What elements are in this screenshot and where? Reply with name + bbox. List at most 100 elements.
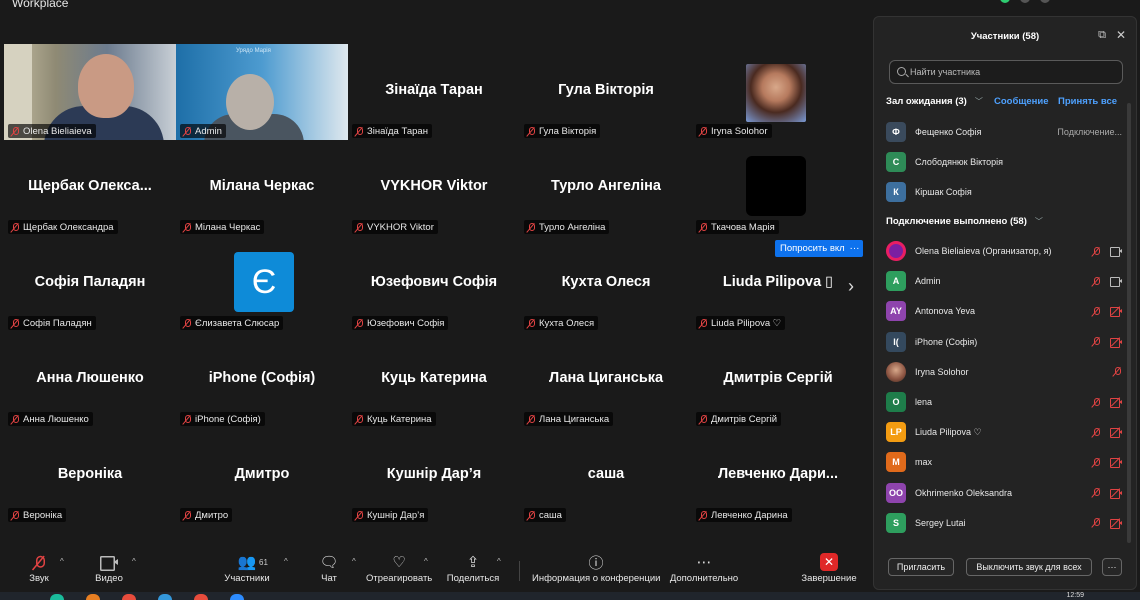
participant-name: Кушнір Дар’я xyxy=(367,509,425,521)
participant-row[interactable]: A Admin xyxy=(886,269,1122,293)
participant-name-tag: Olena Bieliaieva xyxy=(8,124,96,138)
participant-tile[interactable]: Мілана Черкас Мілана Черкас xyxy=(176,140,348,236)
mic-muted-icon[interactable] xyxy=(1091,276,1101,287)
participant-row[interactable]: OO Okhrimenko Oleksandra xyxy=(886,481,1122,505)
admit-all-button[interactable]: Принять все xyxy=(1058,96,1117,107)
camera-icon[interactable] xyxy=(1110,247,1122,257)
participant-row[interactable]: Olena Bieliaieva (Организатор, я) xyxy=(886,239,1122,263)
react-button[interactable]: ♡ Отреагировать xyxy=(366,551,432,584)
waiting-participant-row[interactable]: С Слободянюк Вікторія xyxy=(886,150,1122,174)
mic-muted-icon[interactable] xyxy=(1091,457,1101,468)
mic-muted-icon[interactable] xyxy=(1091,246,1101,257)
video-options-chevron-icon[interactable]: ^ xyxy=(132,557,136,566)
message-waiting-button[interactable]: Сообщение xyxy=(994,96,1049,107)
participant-tile[interactable]: Софія Паладян Софія Паладян xyxy=(4,236,176,332)
camera-off-icon[interactable] xyxy=(1110,518,1122,529)
participant-row[interactable]: I(iPhone (Софія) xyxy=(886,330,1122,354)
popout-icon[interactable]: ⧉ xyxy=(1098,29,1106,42)
camera-off-icon[interactable] xyxy=(1110,427,1122,439)
mic-muted-icon[interactable] xyxy=(1091,517,1101,528)
participant-tile[interactable]: Дмитро Дмитро xyxy=(176,428,348,524)
close-icon[interactable]: ✕ xyxy=(1116,28,1126,42)
participant-row[interactable]: AY Antonova Yeva xyxy=(886,299,1122,323)
next-page-arrow-icon[interactable]: › xyxy=(848,276,854,297)
mic-muted-icon[interactable] xyxy=(1091,487,1101,498)
participant-tile[interactable]: Кухта Олеся Кухта Олеся xyxy=(520,236,692,332)
mute-all-button[interactable]: Выключить звук для всех xyxy=(966,558,1092,576)
participants-panel: Участники (58) ⧉ ✕ Зал ожидания (3) ﹀ Со… xyxy=(873,16,1137,590)
participant-tile[interactable]: Є Єлизавета Слюсар xyxy=(176,236,348,332)
participant-row[interactable]: LP Liuda Pilipova ♡ xyxy=(886,420,1122,444)
audio-button[interactable]: Звук xyxy=(26,551,52,584)
participant-tile[interactable]: Турло Ангеліна Турло Ангеліна xyxy=(520,140,692,236)
video-button[interactable]: Видео xyxy=(92,551,126,584)
search-input[interactable] xyxy=(910,64,1110,80)
participant-tile[interactable]: Юзефович Софія Юзефович Софія xyxy=(348,236,520,332)
meeting-info-button[interactable]: ⓘ Информация о конференции xyxy=(532,551,661,585)
participant-tile[interactable]: Ткачова Марія xyxy=(692,140,864,236)
participant-tile[interactable]: Дмитрів Сергій Дмитрів Сергій xyxy=(692,332,864,428)
participant-tile[interactable]: Вероніка Вероніка xyxy=(4,428,176,524)
participant-tile[interactable]: Гула Вікторія Гула Вікторія xyxy=(520,44,692,140)
search-icon xyxy=(897,67,906,76)
mic-muted-icon[interactable] xyxy=(1091,336,1101,347)
participant-row[interactable]: Olena xyxy=(886,390,1122,414)
mic-muted-icon[interactable] xyxy=(1091,306,1101,317)
participant-row[interactable]: Iryna Solohor xyxy=(886,360,1122,384)
camera-icon[interactable] xyxy=(1110,277,1122,288)
participant-tile[interactable]: Урядо Марія Admin xyxy=(176,44,348,140)
waiting-room-header[interactable]: Зал ожидания (3) ﹀ xyxy=(886,96,983,107)
avatar: S xyxy=(886,512,906,533)
camera-off-icon[interactable] xyxy=(1110,457,1122,469)
more-button[interactable]: ⋯ Дополнительно xyxy=(668,551,740,584)
mic-muted-icon[interactable] xyxy=(1112,366,1122,377)
participants-button[interactable]: 👥 Участники xyxy=(222,551,272,584)
participant-tile[interactable]: Iryna Solohor xyxy=(692,44,864,140)
camera-off-icon[interactable] xyxy=(1110,306,1122,318)
mic-muted-icon[interactable] xyxy=(1091,397,1101,408)
participant-tile[interactable]: Зінаїда Таран Зінаїда Таран xyxy=(348,44,520,140)
participant-tile[interactable]: Лана Циганська Лана Циганська xyxy=(520,332,692,428)
taskbar-app-icon[interactable] xyxy=(86,594,100,600)
tile-more-button[interactable]: ··· xyxy=(846,240,863,257)
participant-name-tag: Юзефович Софія xyxy=(352,316,449,330)
participant-tile[interactable]: Щербак Олекса... Щербак Олександра xyxy=(4,140,176,236)
video-label: Видео xyxy=(95,573,123,584)
taskbar-app-icon[interactable] xyxy=(50,594,64,600)
audio-options-chevron-icon[interactable]: ^ xyxy=(60,557,64,566)
participant-tile[interactable]: iPhone (Софія) iPhone (Софія) xyxy=(176,332,348,428)
participants-scrollbar[interactable] xyxy=(1127,103,1131,543)
camera-off-icon[interactable] xyxy=(1110,397,1122,408)
connected-header[interactable]: Подключение выполнено (58) ﹀ xyxy=(886,216,1043,227)
ask-to-unmute-button[interactable]: Попросить вкл xyxy=(775,240,850,257)
panel-more-button[interactable]: ··· xyxy=(1102,558,1122,576)
participant-tile[interactable]: саша саша xyxy=(520,428,692,524)
participant-row[interactable]: Mmax xyxy=(886,450,1122,474)
participant-tile[interactable]: VYKHOR Viktor VYKHOR Viktor xyxy=(348,140,520,236)
participant-tile[interactable]: Кушнір Дар’я Кушнір Дар’я xyxy=(348,428,520,524)
chat-options-chevron-icon[interactable]: ^ xyxy=(352,557,356,566)
react-options-chevron-icon[interactable]: ^ xyxy=(424,557,428,566)
camera-off-icon[interactable] xyxy=(1110,487,1122,499)
participant-tile[interactable]: Olena Bieliaieva xyxy=(4,44,176,140)
participant-tile[interactable]: Левченко Дари... Левченко Дарина xyxy=(692,428,864,524)
taskbar-app-icon[interactable] xyxy=(230,594,244,600)
participant-name: Левченко Дарина xyxy=(711,509,788,521)
participants-options-chevron-icon[interactable]: ^ xyxy=(284,557,288,566)
mic-muted-icon[interactable] xyxy=(1091,427,1101,438)
participant-tile[interactable]: Куць Катерина Куць Катерина xyxy=(348,332,520,428)
participant-tile[interactable]: Анна Люшенко Анна Люшенко xyxy=(4,332,176,428)
taskbar-app-icon[interactable] xyxy=(158,594,172,600)
participant-row[interactable]: S Sergey Lutai xyxy=(886,511,1122,535)
end-meeting-button[interactable]: ✕ Завершение xyxy=(800,551,858,584)
invite-button[interactable]: Пригласить xyxy=(888,558,954,576)
share-options-chevron-icon[interactable]: ^ xyxy=(497,557,501,566)
waiting-participant-row[interactable]: К Кіршак Софія xyxy=(886,180,1122,204)
share-button[interactable]: ⇪ Поделиться xyxy=(446,551,500,584)
waiting-participant-row[interactable]: Ф Фещенко Софія Подключение... xyxy=(886,120,1122,144)
taskbar-app-icon[interactable] xyxy=(194,594,208,600)
taskbar-app-icon[interactable] xyxy=(122,594,136,600)
camera-off-icon[interactable] xyxy=(1110,336,1122,348)
avatar: LP xyxy=(886,422,906,443)
chat-button[interactable]: 🗨 Чат xyxy=(316,551,342,584)
